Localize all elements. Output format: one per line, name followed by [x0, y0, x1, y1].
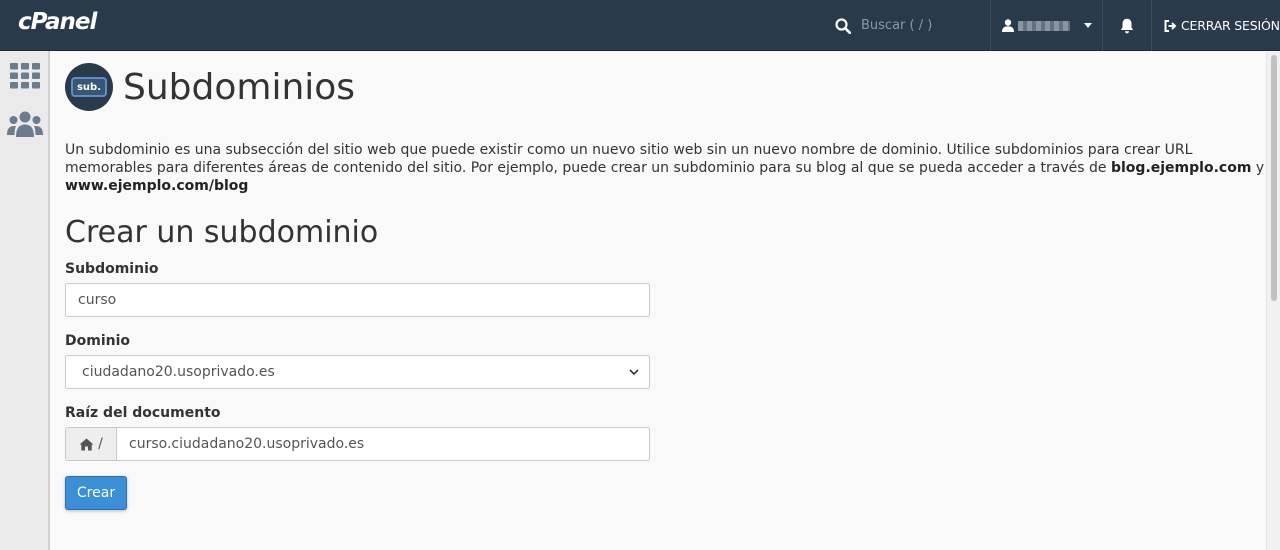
username-redacted	[1018, 20, 1070, 31]
create-button[interactable]: Crear	[65, 476, 127, 510]
search-icon	[835, 17, 851, 34]
subdomain-input[interactable]	[65, 283, 650, 317]
top-navbar: cPanel CERRAR SESIÓN	[0, 0, 1280, 51]
chevron-down-icon	[629, 368, 639, 375]
user-icon	[1002, 19, 1014, 32]
example-subdomain: blog.ejemplo.com	[1110, 160, 1252, 176]
domain-selected-value: ciudadano20.usoprivado.es	[82, 364, 275, 380]
bell-icon	[1120, 18, 1134, 33]
page-title: Subdominios	[123, 66, 356, 108]
logout-label: CERRAR SESIÓN	[1181, 18, 1280, 33]
sidebar-item-users[interactable]	[0, 101, 50, 147]
scrollbar-thumb[interactable]	[1271, 55, 1277, 301]
cpanel-logo[interactable]: cPanel	[18, 9, 97, 35]
user-menu[interactable]	[990, 0, 1102, 51]
document-root-input[interactable]	[116, 427, 650, 461]
document-root-label: Raíz del documento	[65, 405, 221, 421]
document-root-group: /	[65, 427, 650, 461]
sidebar-item-home[interactable]	[0, 53, 50, 99]
sidebar	[0, 51, 50, 550]
notifications-button[interactable]	[1103, 0, 1151, 51]
subdomain-label: Subdominio	[65, 261, 159, 277]
description-connector: y	[1251, 160, 1265, 176]
chevron-down-icon	[1084, 23, 1092, 28]
logout-button[interactable]: CERRAR SESIÓN	[1152, 0, 1280, 51]
domain-label: Dominio	[65, 333, 131, 349]
grid-icon	[10, 63, 40, 89]
example-path: www.ejemplo.com/blog	[65, 178, 249, 194]
page-description: Un subdominio es una subsección del siti…	[65, 141, 1265, 195]
search-input[interactable]	[861, 18, 981, 33]
section-title: Crear un subdominio	[65, 215, 379, 250]
main-content: sub. Subdominios Un subdominio es una su…	[50, 51, 1266, 550]
vertical-scrollbar[interactable]	[1266, 51, 1280, 550]
search-box[interactable]	[830, 0, 988, 51]
domain-select[interactable]: ciudadano20.usoprivado.es	[65, 355, 650, 389]
users-icon	[7, 111, 43, 137]
subdomain-app-icon: sub.	[65, 63, 113, 111]
app-icon-label: sub.	[71, 77, 107, 97]
document-root-prefix: /	[65, 427, 116, 461]
home-icon	[79, 438, 94, 450]
description-text: Un subdominio es una subsección del siti…	[65, 142, 1193, 176]
page-header: sub. Subdominios	[65, 63, 355, 111]
sign-out-icon	[1164, 19, 1177, 32]
document-root-prefix-text: /	[98, 436, 103, 452]
